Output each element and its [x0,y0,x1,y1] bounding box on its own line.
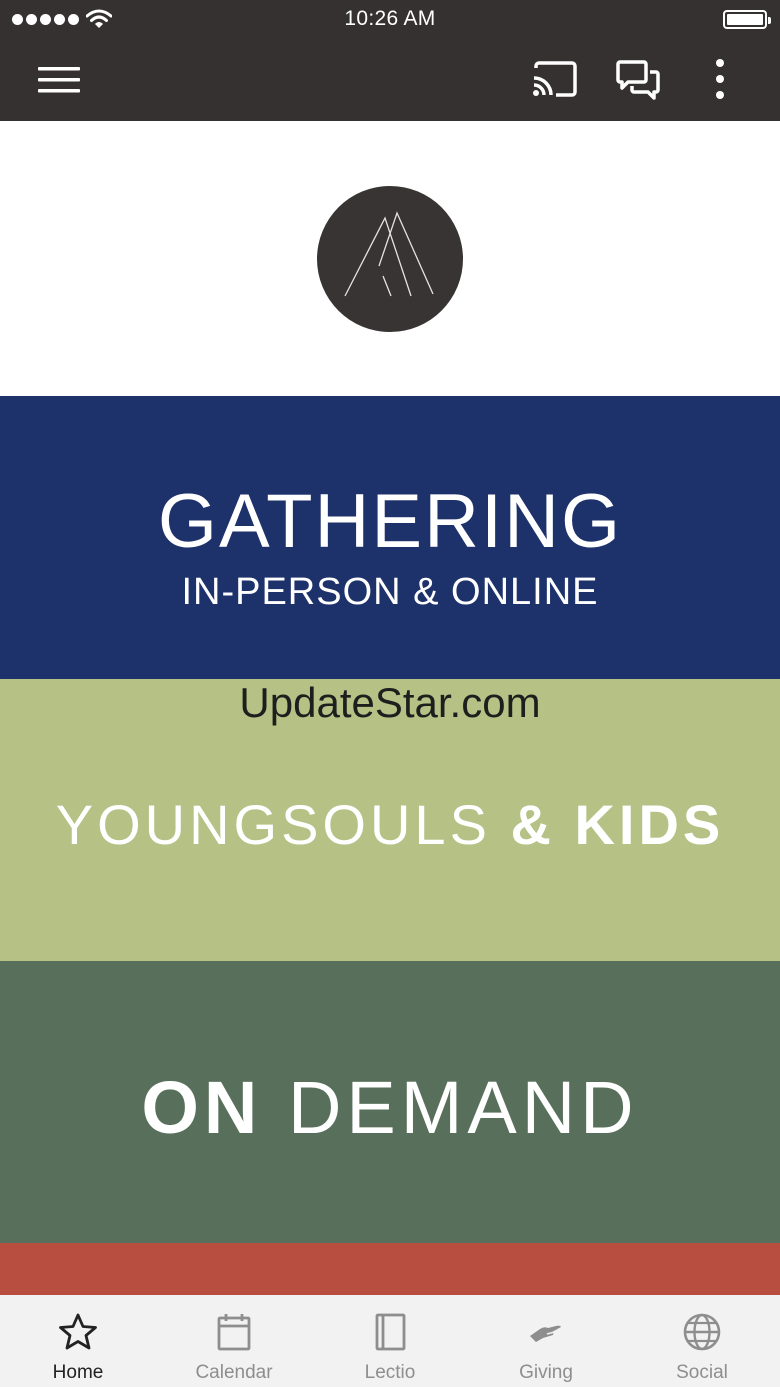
watermark: UpdateStar.com [239,679,541,726]
tab-label: Giving [519,1362,573,1383]
bottom-tab-bar: Home Calendar Lectio Giving Social [0,1295,780,1387]
tab-label: Calendar [195,1362,273,1383]
tab-label: Social [676,1362,728,1383]
tab-lectio[interactable]: Lectio [312,1295,468,1387]
gathering-subtitle: IN-PERSON & ONLINE [181,571,599,613]
battery-icon [723,10,771,29]
logo-section [0,121,780,396]
church-logo [317,186,463,332]
app-bar [0,40,780,121]
demand-label: DEMAND [287,1066,639,1149]
youngsouls-kids-tile[interactable]: UpdateStar.com YOUNGSOULS & KIDS [0,679,780,961]
tab-giving[interactable]: Giving [468,1295,624,1387]
logo-mark-icon [344,211,434,297]
cast-icon[interactable] [530,60,580,100]
tab-label: Home [52,1362,104,1383]
book-icon [375,1313,406,1351]
menu-icon[interactable] [36,64,82,96]
chat-icon[interactable] [614,58,662,102]
next-tile[interactable] [0,1243,780,1295]
calendar-icon [217,1314,251,1351]
more-vertical-icon[interactable] [706,56,734,102]
gathering-title: GATHERING [157,479,623,564]
tab-label: Lectio [364,1362,416,1383]
on-label: ON [141,1066,288,1149]
status-time: 10:26 AM [344,7,436,30]
on-demand-title: ON DEMAND [0,1065,780,1150]
youngsouls-kids-title: YOUNGSOULS & KIDS [0,792,780,857]
giving-hand-icon [530,1325,563,1342]
on-demand-tile[interactable]: ON DEMAND [0,961,780,1243]
youngsouls-label: YOUNGSOULS [55,793,511,856]
kids-label: & KIDS [510,793,725,856]
tab-home[interactable]: Home [0,1295,156,1387]
status-bar: 10:26 AM [0,0,780,40]
tab-social[interactable]: Social [624,1295,780,1387]
star-icon [59,1313,97,1350]
globe-icon [683,1313,721,1351]
gathering-tile[interactable]: GATHERING IN-PERSON & ONLINE [0,396,780,679]
tab-calendar[interactable]: Calendar [156,1295,312,1387]
